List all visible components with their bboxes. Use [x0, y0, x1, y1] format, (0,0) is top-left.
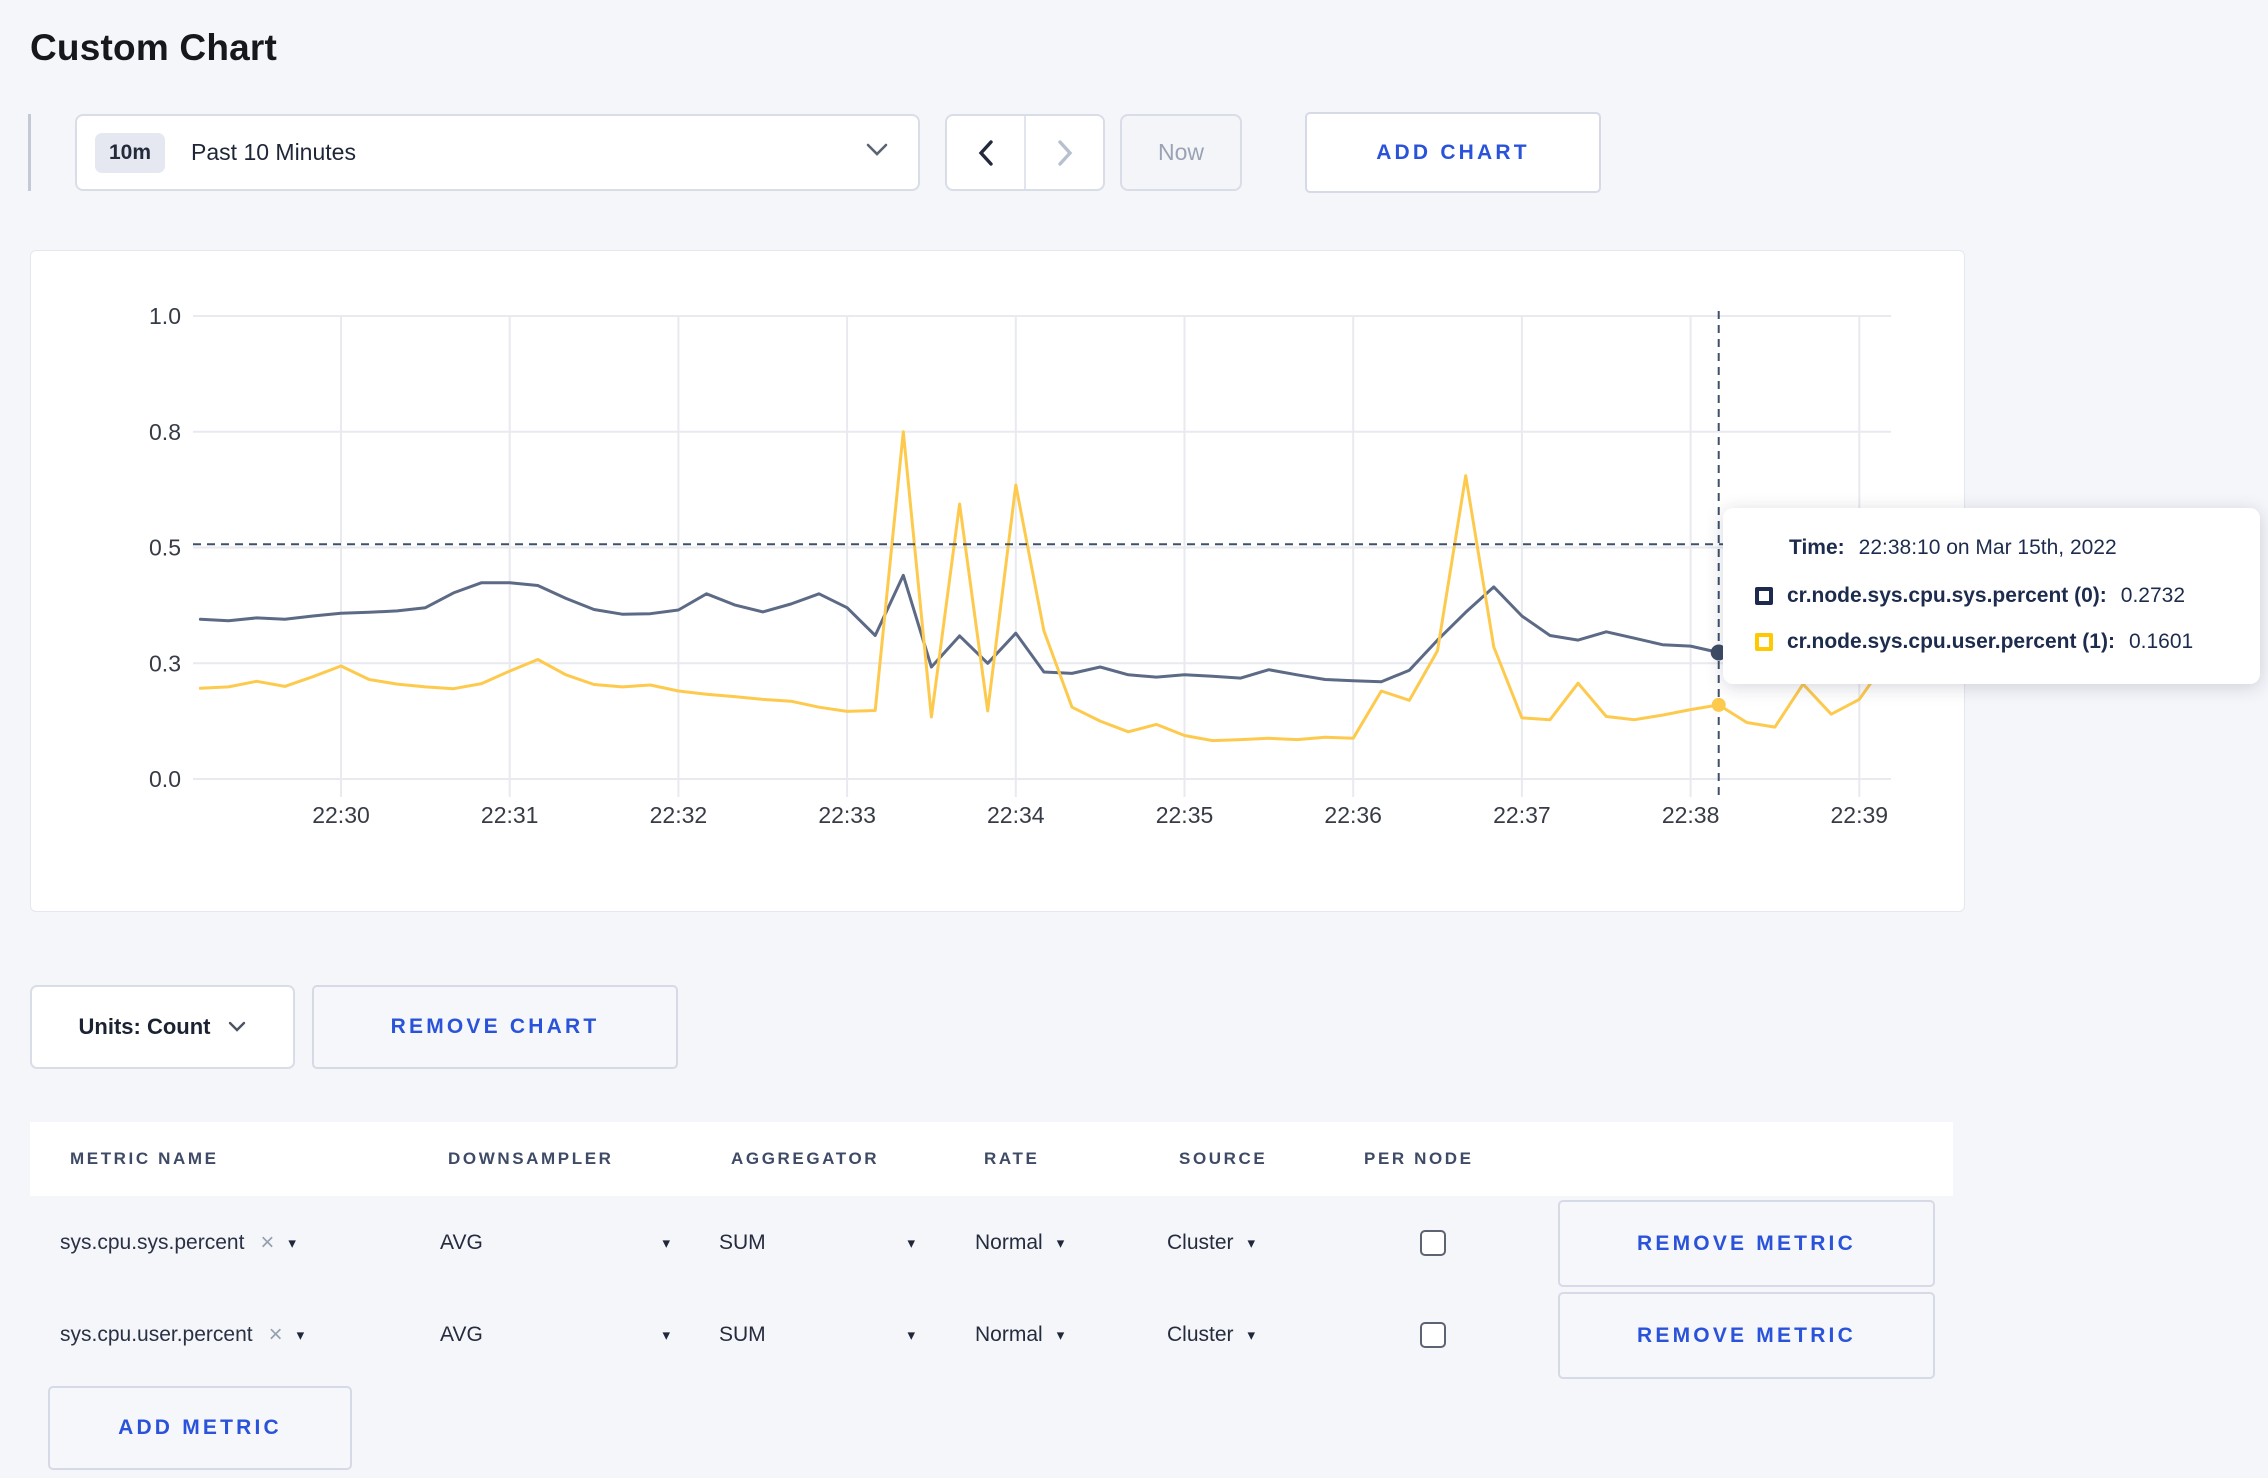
user-hover-dot — [1711, 697, 1726, 712]
column-header-metric-name: METRIC NAME — [70, 1149, 219, 1168]
column-header-per-node: PER NODE — [1364, 1149, 1474, 1168]
sys-series-swatch-icon — [1755, 587, 1773, 605]
tooltip-time-value: 22:38:10 on Mar 15th, 2022 — [1858, 536, 2117, 559]
column-header-downsampler: DOWNSAMPLER — [448, 1149, 614, 1168]
metric-row: sys.cpu.user.percent × ▾ AVG ▾ SUM ▾ Nor… — [30, 1290, 1953, 1380]
downsampler-value: AVG — [440, 1323, 483, 1346]
rate-dropdown[interactable]: Normal ▾ — [975, 1290, 1064, 1380]
tooltip-user-label: cr.node.sys.cpu.user.percent (1): — [1787, 630, 2115, 653]
remove-metric-button[interactable]: REMOVE METRIC — [1558, 1292, 1935, 1379]
downsampler-value: AVG — [440, 1231, 483, 1254]
x-tick-label: 22:32 — [650, 802, 708, 828]
chevron-down-icon — [229, 1021, 246, 1032]
chevron-down-icon: ▾ — [662, 1327, 670, 1344]
add-chart-button[interactable]: ADD CHART — [1305, 112, 1601, 193]
tooltip-user-value: 0.1601 — [2128, 630, 2194, 653]
user-series-swatch-icon — [1755, 633, 1773, 651]
chevron-down-icon: ▾ — [1056, 1327, 1065, 1344]
clear-metric-icon[interactable]: × — [260, 1229, 274, 1257]
tooltip-sys-label: cr.node.sys.cpu.sys.percent (0): — [1787, 584, 2107, 607]
remove-metric-button[interactable]: REMOVE METRIC — [1558, 1200, 1935, 1287]
per-node-checkbox[interactable] — [1420, 1322, 1446, 1348]
x-tick-label: 22:34 — [987, 802, 1045, 828]
chevron-down-icon: ▾ — [907, 1235, 915, 1252]
source-dropdown[interactable]: Cluster ▾ — [1167, 1290, 1255, 1380]
metric-name-select[interactable]: sys.cpu.user.percent × ▾ — [60, 1290, 304, 1380]
now-button[interactable]: Now — [1120, 114, 1242, 191]
tooltip-sys-value: 0.2732 — [2120, 584, 2186, 607]
y-tick-label: 0.8 — [149, 419, 181, 445]
chart-card: 0.0 0.3 0.5 0.8 1.0 22:30 22:31 22:32 22:33 22:34… — [30, 250, 1965, 912]
y-tick-label: 0.3 — [149, 650, 181, 676]
x-tick-label: 22:30 — [312, 802, 370, 828]
source-value: Cluster — [1167, 1323, 1234, 1346]
units-label: Units: Count — [78, 1014, 211, 1039]
time-range-picker[interactable]: 10m Past 10 Minutes — [75, 114, 920, 191]
rate-dropdown[interactable]: Normal ▾ — [975, 1198, 1064, 1288]
y-tick-label: 0.0 — [149, 766, 181, 792]
per-node-checkbox[interactable] — [1420, 1230, 1446, 1256]
metric-row: sys.cpu.sys.percent × ▾ AVG ▾ SUM ▾ Norm… — [30, 1198, 1953, 1288]
chevron-down-icon: ▾ — [1247, 1235, 1256, 1252]
downsampler-dropdown[interactable]: AVG ▾ — [440, 1290, 670, 1380]
aggregator-dropdown[interactable]: SUM ▾ — [719, 1290, 915, 1380]
metric-name-select[interactable]: sys.cpu.sys.percent × ▾ — [60, 1198, 296, 1288]
chevron-down-icon — [866, 143, 888, 162]
x-tick-label: 22:38 — [1662, 802, 1720, 828]
per-node-cell — [1420, 1198, 1446, 1288]
tooltip-time-label: Time: — [1789, 536, 1845, 559]
rate-value: Normal — [975, 1231, 1043, 1254]
x-tick-label: 22:36 — [1324, 802, 1382, 828]
previous-interval-button[interactable] — [947, 116, 1026, 189]
source-value: Cluster — [1167, 1231, 1234, 1254]
chevron-down-icon: ▾ — [1056, 1235, 1065, 1252]
x-tick-label: 22:35 — [1156, 802, 1214, 828]
next-interval-button[interactable] — [1026, 116, 1103, 189]
x-tick-label: 22:33 — [818, 802, 876, 828]
user-series-line — [198, 430, 1889, 743]
x-tick-label: 22:31 — [481, 802, 539, 828]
x-tick-label: 22:39 — [1831, 802, 1889, 828]
y-tick-label: 0.5 — [149, 535, 181, 561]
chevron-down-icon: ▾ — [907, 1327, 915, 1344]
units-dropdown[interactable]: Units: Count — [30, 985, 295, 1069]
downsampler-dropdown[interactable]: AVG ▾ — [440, 1198, 670, 1288]
aggregator-value: SUM — [719, 1231, 766, 1254]
aggregator-value: SUM — [719, 1323, 766, 1346]
toolbar-divider — [28, 114, 31, 191]
time-range-badge: 10m — [95, 132, 166, 173]
y-tick-label: 1.0 — [149, 303, 181, 329]
column-header-aggregator: AGGREGATOR — [731, 1149, 880, 1168]
chevron-down-icon[interactable]: ▾ — [288, 1234, 296, 1252]
time-pager — [945, 114, 1105, 191]
rate-value: Normal — [975, 1323, 1043, 1346]
source-dropdown[interactable]: Cluster ▾ — [1167, 1198, 1255, 1288]
aggregator-dropdown[interactable]: SUM ▾ — [719, 1198, 915, 1288]
column-header-rate: RATE — [984, 1149, 1040, 1168]
chart-svg[interactable]: 0.0 0.3 0.5 0.8 1.0 22:30 22:31 22:32 22:33 22:34… — [31, 251, 1964, 911]
remove-chart-button[interactable]: REMOVE CHART — [312, 985, 678, 1069]
metric-name-value: sys.cpu.sys.percent — [60, 1231, 245, 1254]
chevron-down-icon: ▾ — [662, 1235, 670, 1252]
per-node-cell — [1420, 1290, 1446, 1380]
column-header-source: SOURCE — [1179, 1149, 1268, 1168]
x-tick-label: 22:37 — [1493, 802, 1551, 828]
time-range-label: Past 10 Minutes — [191, 139, 356, 165]
metric-name-value: sys.cpu.user.percent — [60, 1323, 253, 1346]
page-title: Custom Chart — [30, 26, 278, 68]
chart-tooltip: Time: 22:38:10 on Mar 15th, 2022 cr.node… — [1723, 508, 2260, 684]
add-metric-button[interactable]: ADD METRIC — [48, 1386, 352, 1470]
chevron-down-icon[interactable]: ▾ — [297, 1326, 305, 1344]
metrics-table-header: METRIC NAME DOWNSAMPLER AGGREGATOR RATE … — [30, 1122, 1953, 1196]
chevron-down-icon: ▾ — [1247, 1327, 1256, 1344]
clear-metric-icon[interactable]: × — [269, 1321, 283, 1349]
